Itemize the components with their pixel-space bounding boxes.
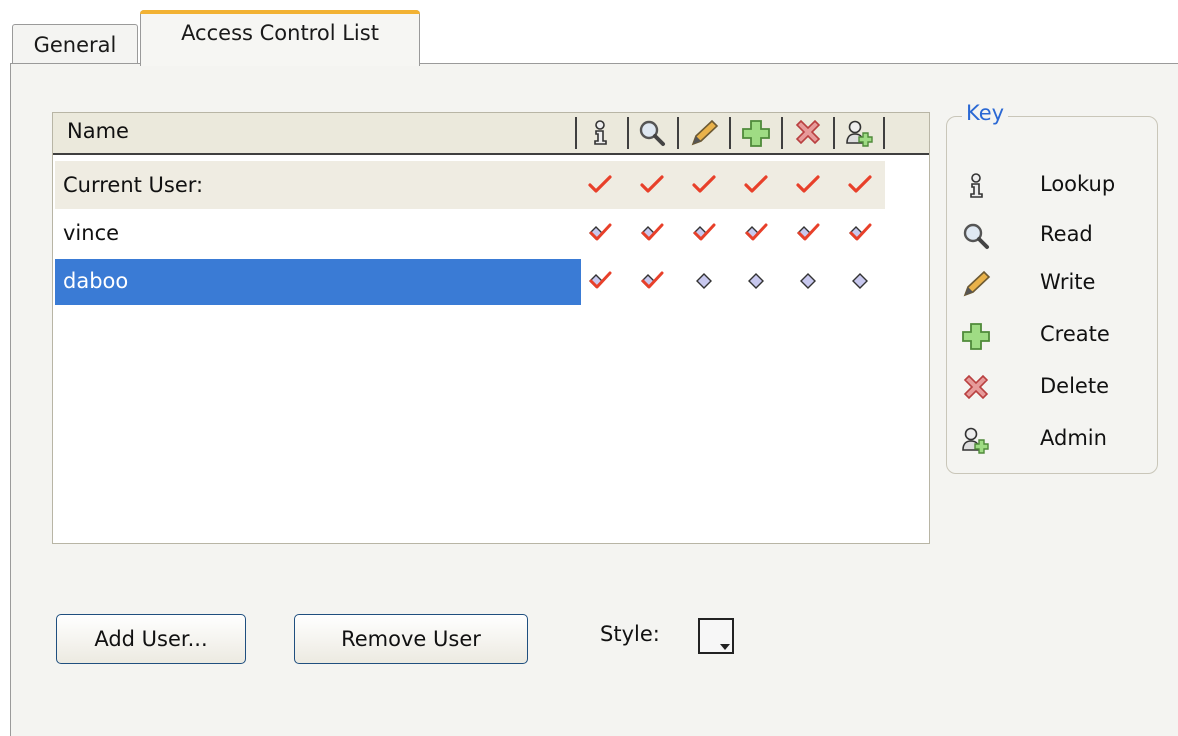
read-permission-check[interactable]: [635, 161, 669, 209]
delete-permission-check-diamond[interactable]: [791, 209, 825, 257]
key-title: Key: [962, 101, 1009, 125]
lookup-permission-check[interactable]: [583, 161, 617, 209]
key-label: Delete: [1040, 374, 1109, 398]
add-user-button[interactable]: Add User...: [56, 614, 246, 664]
write-permission-check-diamond[interactable]: [687, 209, 721, 257]
tab-general[interactable]: General: [12, 24, 138, 64]
admin-permission-check[interactable]: [843, 161, 877, 209]
read-icon[interactable]: [635, 117, 669, 149]
list-header: Name: [53, 113, 929, 155]
key-item-write: Write: [958, 266, 1148, 308]
selection-highlight: [55, 259, 581, 305]
key-label: Lookup: [1040, 172, 1116, 196]
acl-row-vince[interactable]: vince: [55, 209, 885, 257]
key-item-read: Read: [958, 218, 1148, 260]
create-icon: [958, 318, 994, 354]
write-permission-check[interactable]: [687, 161, 721, 209]
create-permission-check[interactable]: [739, 161, 773, 209]
admin-permission-check-diamond[interactable]: [843, 209, 877, 257]
lookup-permission-check-diamond[interactable]: [583, 257, 617, 305]
column-separator[interactable]: [575, 117, 577, 149]
column-separator[interactable]: [677, 117, 679, 149]
key-label: Create: [1040, 322, 1110, 346]
style-label: Style:: [600, 622, 660, 646]
lookup-permission-check-diamond[interactable]: [583, 209, 617, 257]
write-permission-diamond[interactable]: [687, 257, 721, 305]
row-name: Current User:: [63, 173, 204, 197]
key-item-lookup: Lookup: [958, 168, 1148, 210]
key-item-admin: Admin: [958, 422, 1148, 464]
admin-permission-diamond[interactable]: [843, 257, 877, 305]
write-icon: [958, 266, 994, 302]
row-name: daboo: [63, 269, 129, 293]
create-permission-diamond[interactable]: [739, 257, 773, 305]
acl-list[interactable]: Name Current User: vince daboo: [52, 112, 930, 544]
tab-access-control-list[interactable]: Access Control List: [140, 10, 420, 66]
acl-row-current-user[interactable]: Current User:: [55, 161, 885, 209]
remove-user-button[interactable]: Remove User: [294, 614, 528, 664]
column-separator[interactable]: [627, 117, 629, 149]
lookup-icon[interactable]: [583, 117, 617, 149]
delete-permission-check[interactable]: [791, 161, 825, 209]
key-label: Write: [1040, 270, 1096, 294]
key-item-create: Create: [958, 318, 1148, 360]
admin-icon: [958, 422, 994, 458]
read-permission-check-diamond[interactable]: [635, 209, 669, 257]
create-icon[interactable]: [739, 117, 773, 149]
admin-icon[interactable]: [843, 117, 877, 149]
column-separator[interactable]: [729, 117, 731, 149]
column-separator[interactable]: [883, 117, 885, 149]
style-color-picker[interactable]: [698, 618, 734, 654]
create-permission-check-diamond[interactable]: [739, 209, 773, 257]
delete-icon[interactable]: [791, 117, 825, 149]
lookup-icon: [958, 168, 994, 204]
write-icon[interactable]: [687, 117, 721, 149]
column-separator[interactable]: [781, 117, 783, 149]
column-separator[interactable]: [833, 117, 835, 149]
delete-icon: [958, 370, 994, 406]
delete-permission-diamond[interactable]: [791, 257, 825, 305]
acl-row-daboo[interactable]: daboo: [55, 257, 885, 305]
read-icon: [958, 218, 994, 254]
read-permission-check-diamond[interactable]: [635, 257, 669, 305]
key-item-delete: Delete: [958, 370, 1148, 412]
column-header-name[interactable]: Name: [67, 119, 129, 143]
tab-bar: General Access Control List: [0, 0, 1178, 66]
key-label: Read: [1040, 222, 1093, 246]
key-label: Admin: [1040, 426, 1107, 450]
row-name: vince: [63, 221, 120, 245]
